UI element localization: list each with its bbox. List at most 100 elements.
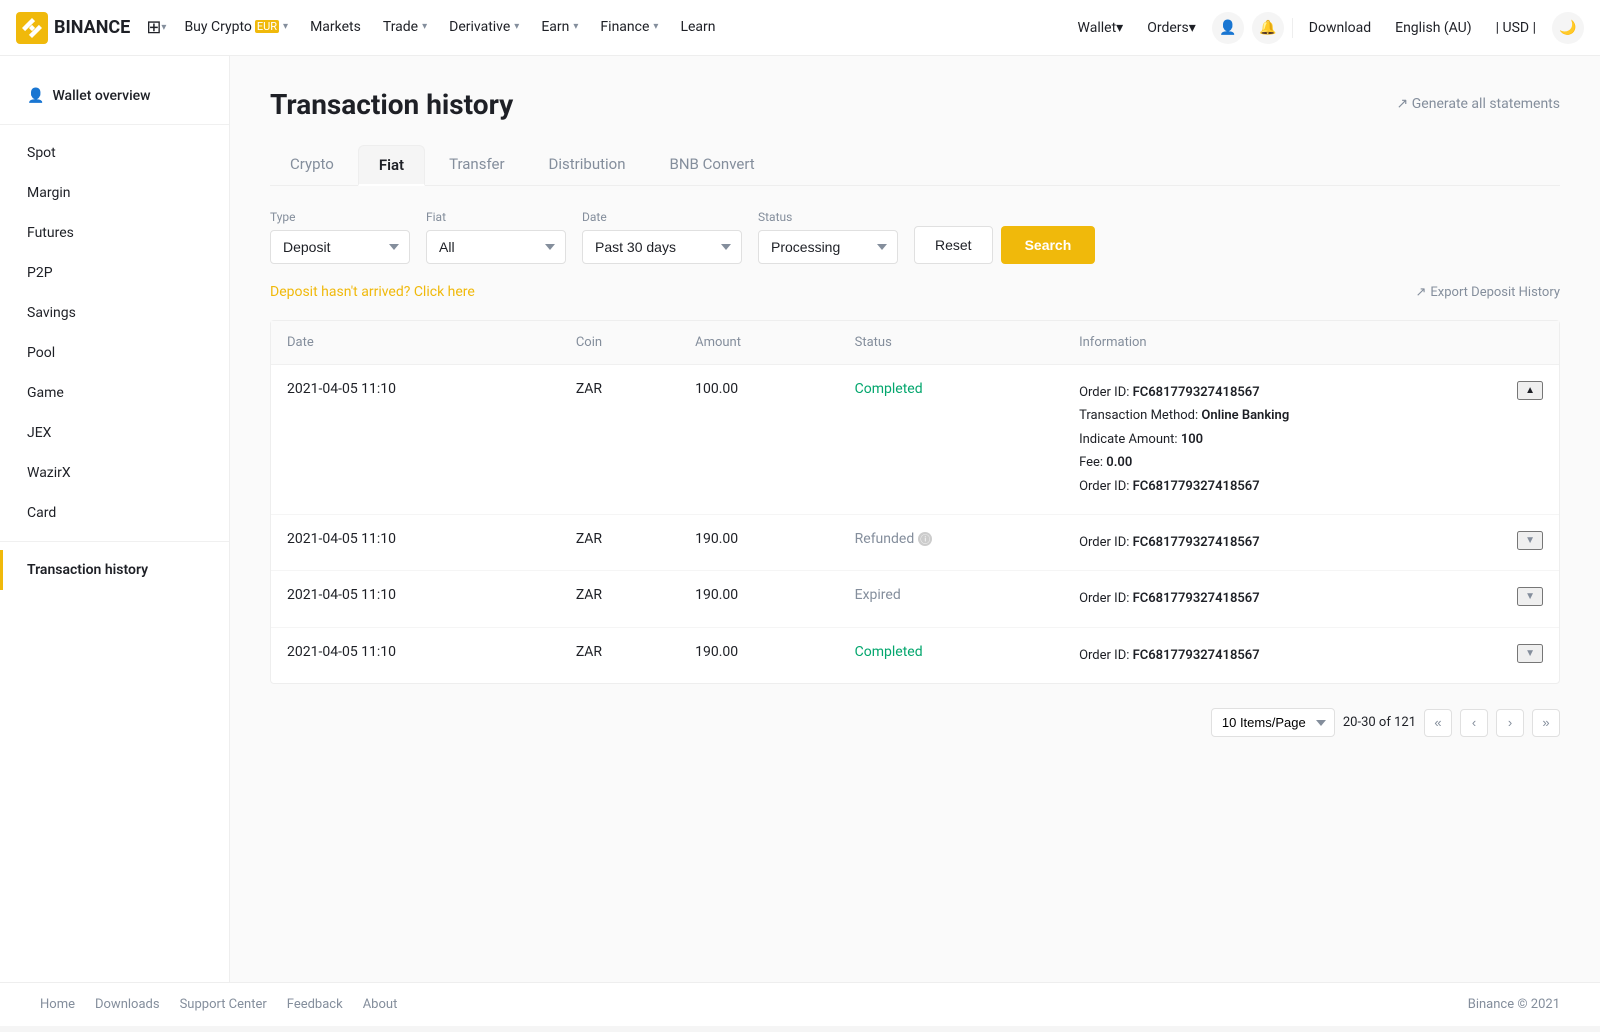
footer-downloads[interactable]: Downloads bbox=[95, 997, 160, 1012]
row3-date: 2021-04-05 11:10 bbox=[271, 571, 560, 627]
last-page-button[interactable]: » bbox=[1532, 709, 1560, 737]
generate-statements-link[interactable]: ↗ Generate all statements bbox=[1397, 96, 1560, 112]
row3-status: Expired bbox=[839, 571, 1063, 627]
title-row: Transaction history ↗ Generate all state… bbox=[270, 88, 1560, 145]
profile-icon[interactable]: 👤 bbox=[1212, 12, 1244, 44]
row4-expand-button[interactable]: ▼ bbox=[1517, 644, 1543, 663]
row1-amount: 100.00 bbox=[679, 365, 839, 515]
row1-date: 2021-04-05 11:10 bbox=[271, 365, 560, 515]
page-size-select[interactable]: 10 Items/Page 20 Items/Page 50 Items/Pag… bbox=[1211, 708, 1335, 737]
sidebar: 👤 Wallet overview Spot Margin Futures P2… bbox=[0, 56, 230, 982]
row1-expand-button[interactable]: ▲ bbox=[1517, 381, 1543, 400]
sidebar-item-margin[interactable]: Margin bbox=[0, 173, 229, 213]
col-date: Date bbox=[271, 321, 560, 365]
sidebar-wazirx-label: WazirX bbox=[27, 465, 71, 481]
next-page-button[interactable]: › bbox=[1496, 709, 1524, 737]
row2-date: 2021-04-05 11:10 bbox=[271, 514, 560, 570]
status-completed-badge-2: Completed bbox=[855, 644, 923, 660]
tab-fiat[interactable]: Fiat bbox=[358, 145, 425, 186]
search-button[interactable]: Search bbox=[1001, 226, 1096, 264]
brand-name: BINANCE bbox=[54, 17, 130, 38]
footer-home[interactable]: Home bbox=[40, 997, 75, 1012]
nav-markets[interactable]: Markets bbox=[300, 0, 371, 56]
row4-coin: ZAR bbox=[560, 627, 679, 683]
deposit-not-arrived-link[interactable]: Deposit hasn't arrived? Click here bbox=[270, 284, 475, 300]
sidebar-item-game[interactable]: Game bbox=[0, 373, 229, 413]
date-filter-label: Date bbox=[582, 210, 742, 224]
prev-page-button[interactable]: ‹ bbox=[1460, 709, 1488, 737]
tab-bnb-convert[interactable]: BNB Convert bbox=[650, 145, 775, 186]
sidebar-item-spot[interactable]: Spot bbox=[0, 133, 229, 173]
fiat-filter-select[interactable]: All USD EUR ZAR bbox=[426, 230, 566, 264]
table-row: 2021-04-05 11:10 ZAR 190.00 Refunded ⓘ ▼ bbox=[271, 514, 1559, 570]
row3-expand-button[interactable]: ▼ bbox=[1517, 587, 1543, 606]
row1-order-id: FC681779327418567 bbox=[1133, 385, 1260, 400]
row2-coin: ZAR bbox=[560, 514, 679, 570]
col-coin: Coin bbox=[560, 321, 679, 365]
refunded-info-icon[interactable]: ⓘ bbox=[918, 532, 932, 546]
nav-derivative[interactable]: Derivative ▾ bbox=[439, 0, 529, 56]
sidebar-jex-label: JEX bbox=[27, 425, 51, 441]
theme-toggle[interactable]: 🌙 bbox=[1552, 12, 1584, 44]
tab-transfer[interactable]: Transfer bbox=[429, 145, 524, 186]
status-filter-select[interactable]: Processing Completed Failed Refunded Exp… bbox=[758, 230, 898, 264]
sidebar-wallet-overview-label: Wallet overview bbox=[52, 88, 150, 104]
footer-support[interactable]: Support Center bbox=[180, 997, 267, 1012]
sidebar-wallet-overview[interactable]: 👤 Wallet overview bbox=[0, 76, 229, 116]
nav-finance[interactable]: Finance ▾ bbox=[590, 0, 668, 56]
col-status: Status bbox=[839, 321, 1063, 365]
row1-indicate-amount: 100 bbox=[1181, 432, 1203, 447]
info-cell-4: ▼ Order ID: FC681779327418567 bbox=[1079, 644, 1543, 667]
sidebar-p2p-label: P2P bbox=[27, 265, 53, 281]
nav-trade[interactable]: Trade ▾ bbox=[373, 0, 437, 56]
col-amount: Amount bbox=[679, 321, 839, 365]
notification-icon[interactable]: 🔔 bbox=[1252, 12, 1284, 44]
grid-menu-button[interactable]: ⊞ ▾ bbox=[138, 0, 174, 56]
nav-download[interactable]: Download bbox=[1301, 0, 1379, 56]
sidebar-item-transaction-history[interactable]: Transaction history bbox=[0, 550, 229, 590]
sidebar-futures-label: Futures bbox=[27, 225, 74, 241]
nav-divider bbox=[1292, 18, 1293, 38]
sidebar-item-jex[interactable]: JEX bbox=[0, 413, 229, 453]
nav-buy-crypto[interactable]: Buy Crypto EUR ▾ bbox=[174, 0, 298, 56]
nav-language[interactable]: English (AU) bbox=[1387, 0, 1480, 56]
nav-learn[interactable]: Learn bbox=[670, 0, 725, 56]
nav-orders[interactable]: Orders ▾ bbox=[1139, 0, 1204, 56]
type-filter-group: Type Deposit Withdrawal bbox=[270, 210, 410, 264]
status-filter-group: Status Processing Completed Failed Refun… bbox=[758, 210, 898, 264]
sidebar-transaction-history-label: Transaction history bbox=[27, 562, 148, 578]
row2-expand-button[interactable]: ▼ bbox=[1517, 531, 1543, 550]
tab-distribution[interactable]: Distribution bbox=[529, 145, 646, 186]
sidebar-item-savings[interactable]: Savings bbox=[0, 293, 229, 333]
sidebar-item-pool[interactable]: Pool bbox=[0, 333, 229, 373]
top-navigation: BINANCE ⊞ ▾ Buy Crypto EUR ▾ Markets Tra… bbox=[0, 0, 1600, 56]
date-filter-select[interactable]: Past 30 days Past 7 days Past 90 days bbox=[582, 230, 742, 264]
nav-wallet[interactable]: Wallet ▾ bbox=[1070, 0, 1132, 56]
tab-crypto[interactable]: Crypto bbox=[270, 145, 354, 186]
reset-button[interactable]: Reset bbox=[914, 226, 993, 264]
main-layout: 👤 Wallet overview Spot Margin Futures P2… bbox=[0, 56, 1600, 982]
col-information: Information bbox=[1063, 321, 1559, 365]
nav-currency[interactable]: | USD | bbox=[1488, 0, 1544, 56]
type-filter-select[interactable]: Deposit Withdrawal bbox=[270, 230, 410, 264]
sidebar-item-card[interactable]: Card bbox=[0, 493, 229, 533]
first-page-button[interactable]: « bbox=[1424, 709, 1452, 737]
table-row: 2021-04-05 11:10 ZAR 190.00 Expired ▼ Or… bbox=[271, 571, 1559, 627]
footer-feedback[interactable]: Feedback bbox=[287, 997, 343, 1012]
sidebar-margin-label: Margin bbox=[27, 185, 70, 201]
export-deposit-history-link[interactable]: ↗ Export Deposit History bbox=[1416, 285, 1561, 300]
table-row: 2021-04-05 11:10 ZAR 100.00 Completed ▲ … bbox=[271, 365, 1559, 515]
nav-earn[interactable]: Earn ▾ bbox=[531, 0, 588, 56]
footer-links: Home Downloads Support Center Feedback A… bbox=[40, 997, 397, 1012]
row1-fee: 0.00 bbox=[1106, 455, 1132, 470]
sidebar-item-futures[interactable]: Futures bbox=[0, 213, 229, 253]
sidebar-item-wazirx[interactable]: WazirX bbox=[0, 453, 229, 493]
row2-status: Refunded ⓘ bbox=[839, 514, 1063, 570]
row4-amount: 190.00 bbox=[679, 627, 839, 683]
sidebar-item-p2p[interactable]: P2P bbox=[0, 253, 229, 293]
row1-order-id2: FC681779327418567 bbox=[1133, 479, 1260, 494]
row2-order-id: FC681779327418567 bbox=[1133, 535, 1260, 550]
logo[interactable]: BINANCE bbox=[16, 12, 130, 44]
footer-about[interactable]: About bbox=[363, 997, 398, 1012]
row1-coin: ZAR bbox=[560, 365, 679, 515]
